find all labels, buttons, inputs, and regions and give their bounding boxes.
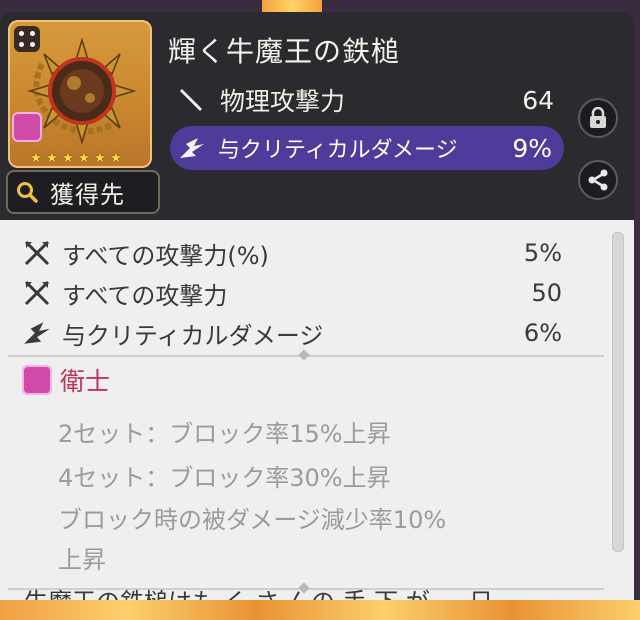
guard-set-icon <box>12 112 42 142</box>
item-details: すべての攻撃力(%) 5% すべての攻撃力 50 与クリティカルダメージ 6% … <box>0 220 634 612</box>
set-effect: 2セット：ブロック率15%上昇 <box>58 420 391 448</box>
sword-icon <box>180 89 202 111</box>
lock-icon <box>590 107 606 128</box>
search-icon <box>17 182 38 203</box>
rarity-stars: ★ ★ ★ ★ ★ ★ <box>30 152 123 166</box>
sub-stat-value: 9% <box>512 133 552 163</box>
source-button[interactable]: 獲得先 <box>6 170 160 214</box>
star-icon: ★ <box>30 151 42 166</box>
item-header: ★ ★ ★ ★ ★ ★ 獲得先 輝く牛魔王の鉄槌 物理攻撃力 64 与クリティカ… <box>0 12 634 220</box>
source-button-label: 獲得先 <box>50 180 125 209</box>
substat-name: 与クリティカルダメージ <box>62 321 324 350</box>
set-effect: 上昇 <box>58 546 106 574</box>
set-effect: 4セット：ブロック率30%上昇 <box>58 464 391 492</box>
guard-set-icon <box>22 365 52 395</box>
section-divider <box>8 349 604 361</box>
substat-value: 6% <box>523 319 562 347</box>
set-header: 衛士 <box>22 362 110 398</box>
substat-row: すべての攻撃力 50 <box>22 276 562 310</box>
star-icon: ★ <box>78 151 90 166</box>
set-name: 衛士 <box>60 367 111 396</box>
item-name: 輝く牛魔王の鉄槌 <box>168 35 401 68</box>
star-icon: ★ <box>94 151 106 166</box>
sub-stat-row: 与クリティカルダメージ 9% <box>170 126 564 170</box>
item-portrait: ★ ★ ★ ★ ★ ★ <box>8 20 152 168</box>
main-stat-name: 物理攻撃力 <box>220 87 346 116</box>
crossed-swords-icon <box>24 280 50 306</box>
substat-name: すべての攻撃力(%) <box>62 241 269 270</box>
star-icon: ★ <box>110 151 122 166</box>
bottom-decor-band <box>0 600 640 620</box>
substat-name: すべての攻撃力 <box>62 281 228 310</box>
star-icon: ★ <box>46 151 58 166</box>
star-icon: ★ <box>62 151 74 166</box>
critical-burst-icon <box>180 138 204 158</box>
substat-row: 与クリティカルダメージ 6% <box>22 316 562 350</box>
substat-value: 5% <box>523 239 562 267</box>
main-stat-value: 64 <box>522 85 554 115</box>
share-icon <box>588 169 608 191</box>
main-stat-row: 物理攻撃力 64 <box>176 82 560 118</box>
scrollbar[interactable] <box>612 232 624 552</box>
crossed-swords-icon <box>24 240 50 266</box>
sub-stat-name: 与クリティカルダメージ <box>218 138 458 163</box>
critical-burst-icon <box>24 322 50 344</box>
substat-row: すべての攻撃力(%) 5% <box>22 236 562 270</box>
set-effect: ブロック時の被ダメージ減少率10% <box>58 506 447 534</box>
lock-button[interactable] <box>578 98 618 138</box>
share-button[interactable] <box>578 160 618 200</box>
item-tooltip-panel: ★ ★ ★ ★ ★ ★ 獲得先 輝く牛魔王の鉄槌 物理攻撃力 64 与クリティカ… <box>0 12 634 612</box>
substat-value: 50 <box>531 279 562 307</box>
